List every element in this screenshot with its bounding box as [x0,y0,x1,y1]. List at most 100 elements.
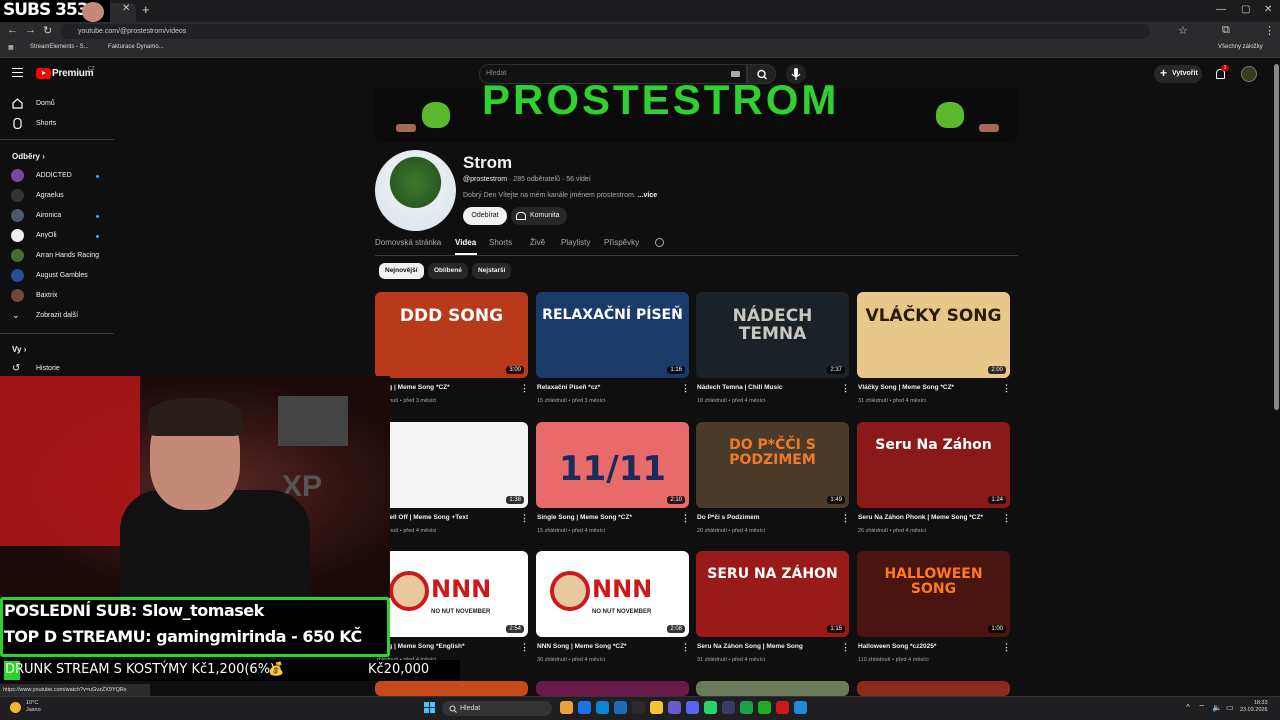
video-title[interactable]: Single Song | Meme Song *CZ* [537,514,632,521]
youtube-logo-icon[interactable] [36,68,51,79]
video-title[interactable]: Do P*či s Podzimem [697,514,760,521]
subscriptions-heading[interactable]: Odběry › [12,152,45,161]
video-thumbnail[interactable] [375,681,528,696]
weather-sun-icon[interactable] [10,702,21,713]
video-thumbnail[interactable]: 11/11 2:10 [536,422,689,508]
video-thumbnail[interactable]: DDD SONG 3:00 [375,292,528,378]
taskbar-app-icon[interactable] [758,701,771,714]
video-thumbnail[interactable] [536,681,689,696]
channel-tab[interactable]: Živě [530,238,545,247]
video-title[interactable]: Halloween Song *cz2025* [858,643,936,650]
video-thumbnail[interactable]: NNN NO NUT NOVEMBER 2:54 [375,551,528,637]
volume-icon[interactable]: 🔈 [1212,703,1222,712]
sidebar-item-subscription[interactable]: Arran Hands Racing [0,246,115,266]
video-thumbnail[interactable] [857,681,1010,696]
video-menu-icon[interactable]: ⋮ [681,642,690,653]
video-menu-icon[interactable]: ⋮ [841,513,850,524]
close-tab-icon[interactable]: ✕ [122,3,130,14]
video-menu-icon[interactable]: ⋮ [1002,642,1011,653]
video-thumbnail[interactable]: 1:38 [375,422,528,508]
video-thumbnail[interactable] [696,681,849,696]
taskbar-app-icon[interactable] [596,701,609,714]
channel-avatar[interactable] [375,150,456,231]
network-icon[interactable]: ⌔ [1198,703,1206,713]
bookmark-fakturace[interactable]: Fakturace Dynamo... [108,44,164,50]
url-field[interactable]: youtube.com/@prostestrom/videos [60,24,1150,39]
channel-tab[interactable]: Videa [455,238,476,247]
tray-chevron-icon[interactable]: ^ [1186,703,1190,712]
windows-start-icon[interactable] [424,702,436,714]
taskbar-app-icon[interactable] [578,701,591,714]
apps-icon[interactable]: ▦ [8,44,14,51]
video-menu-icon[interactable]: ⋮ [1002,513,1011,524]
maximize-icon[interactable]: ▢ [1241,4,1250,15]
video-thumbnail[interactable]: SERU NA ZÁHON 1:15 [696,551,849,637]
taskbar-app-icon[interactable] [740,701,753,714]
channel-search-icon[interactable] [655,238,664,247]
keyboard-icon[interactable] [731,71,740,77]
video-menu-icon[interactable]: ⋮ [1002,383,1011,394]
sidebar-item-show-more[interactable]: ⌄ Zobrazit další [0,306,115,326]
hamburger-menu-icon[interactable] [12,68,23,77]
taskbar-clock[interactable]: 18:33 23.03.2026 [1240,700,1268,714]
taskbar-app-icon[interactable] [650,701,663,714]
video-thumbnail[interactable]: RELAXAČNÍ PÍSEŇ 1:16 [536,292,689,378]
reload-icon[interactable]: ↻ [43,24,52,37]
video-thumbnail[interactable]: DO P*ČČI S PODZIMEM 1:49 [696,422,849,508]
minimize-icon[interactable]: — [1216,4,1226,15]
close-window-icon[interactable]: ✕ [1264,4,1272,15]
browser-menu-icon[interactable]: ⋮ [1264,24,1275,37]
new-tab-icon[interactable]: + [142,2,150,17]
sidebar-item-subscription[interactable]: Baxtrix [0,286,115,306]
taskbar-app-icon[interactable] [614,701,627,714]
channel-tab[interactable]: Playlisty [561,238,590,247]
channel-tab[interactable]: Shorts [489,238,512,247]
taskbar-app-icon[interactable] [686,701,699,714]
video-thumbnail[interactable]: VLÁČKY SONG 2:00 [857,292,1010,378]
taskbar-app-icon[interactable] [632,701,645,714]
sidebar-item-home[interactable]: Domů [0,94,115,114]
video-menu-icon[interactable]: ⋮ [681,513,690,524]
filter-chip[interactable]: Nejnovější [379,263,424,279]
sidebar-item-shorts[interactable]: Shorts [0,114,115,134]
channel-tab[interactable]: Příspěvky [604,238,639,247]
channel-tab[interactable]: Domovská stránka [375,238,441,247]
you-heading[interactable]: Vy › [12,345,26,354]
all-bookmarks[interactable]: Všechny záložky [1218,44,1263,50]
video-title[interactable]: NNN Song | Meme Song *CZ* [537,643,627,650]
scrollbar-thumb[interactable] [1274,64,1279,410]
channel-description[interactable]: Dobrý Den Vítejte na mém kanále jménem p… [463,192,657,199]
video-thumbnail[interactable]: NÁDECH TEMNA 2:37 [696,292,849,378]
sidebar-item-subscription[interactable]: August Gambles [0,266,115,286]
video-menu-icon[interactable]: ⋮ [681,383,690,394]
star-icon[interactable]: ☆ [1178,24,1188,37]
sidebar-item-subscription[interactable]: AnyOli [0,226,115,246]
video-title[interactable]: Vláčky Song | Meme Song *CZ* [858,384,954,391]
account-avatar[interactable] [1241,66,1257,82]
video-menu-icon[interactable]: ⋮ [520,642,529,653]
weather-widget[interactable]: 10°C Jasno [26,700,41,714]
video-title[interactable]: Relaxační Píseň *cz* [537,384,600,391]
back-icon[interactable]: ← [7,24,18,36]
video-menu-icon[interactable]: ⋮ [841,642,850,653]
sidebar-item-subscription[interactable]: Agraelus [0,186,115,206]
video-thumbnail[interactable]: HALLOWEEN SONG 1:00 [857,551,1010,637]
taskbar-app-icon[interactable] [794,701,807,714]
battery-icon[interactable]: ▭ [1226,703,1234,712]
sidebar-item-subscription[interactable]: ADDICTED [0,166,115,186]
sidebar-item-subscription[interactable]: Aironica [0,206,115,226]
video-menu-icon[interactable]: ⋮ [520,383,529,394]
taskbar-search[interactable]: Hledat [442,701,552,716]
filter-chip[interactable]: Oblíbené [428,263,468,279]
taskbar-app-icon[interactable] [776,701,789,714]
video-title[interactable]: Seru Na Záhon Song | Meme Song [697,643,803,650]
filter-chip[interactable]: Nejstarší [472,263,512,279]
taskbar-app-icon[interactable] [704,701,717,714]
forward-icon[interactable]: → [25,24,36,36]
video-thumbnail[interactable]: Seru Na Záhon 1:24 [857,422,1010,508]
video-title[interactable]: Nádech Temna | Chill Music [697,384,783,391]
taskbar-app-icon[interactable] [722,701,735,714]
video-thumbnail[interactable]: NNN NO NUT NOVEMBER 2:08 [536,551,689,637]
bookmark-streamelements[interactable]: StreamElements - S... [30,44,89,50]
taskbar-app-icon[interactable] [560,701,573,714]
